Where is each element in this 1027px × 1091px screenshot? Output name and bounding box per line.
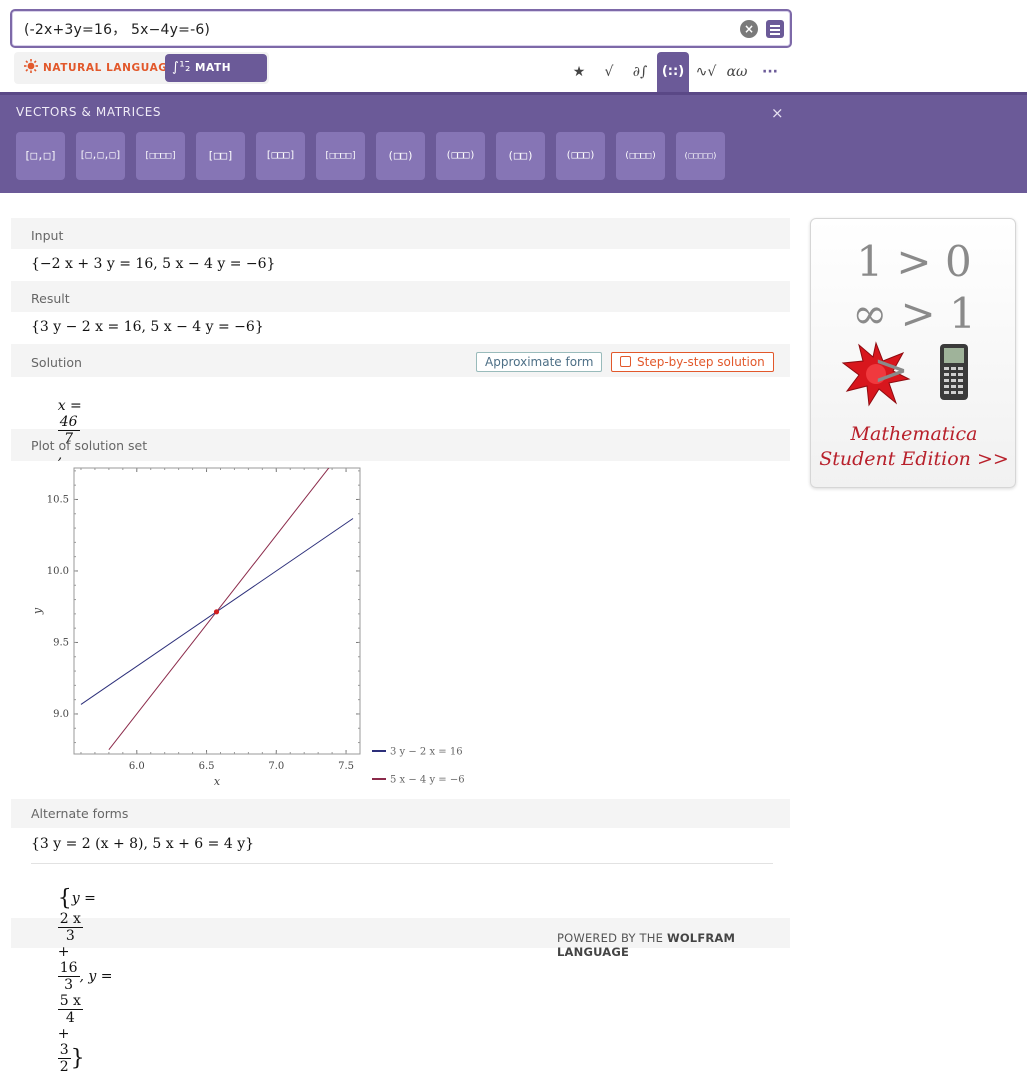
clear-icon[interactable]: ×	[740, 20, 758, 38]
x-tick-label: 7.0	[268, 761, 284, 772]
input-expression: {−2 x + 3 y = 16, 5 x − 4 y = −6}	[31, 256, 276, 272]
solution-point	[213, 609, 220, 615]
y-tick-label: 9.0	[53, 709, 69, 720]
more-icon[interactable]: ···	[754, 52, 786, 92]
alternate-form-2: {y = 2 x3 + 16 3, y = 5 x4 + 3 2}	[57, 886, 113, 1075]
input-mode-tabs: NATURAL LANGUAGE ∫¹₂̄MATH INPUT	[14, 52, 269, 102]
star-icon[interactable]: ★	[563, 52, 595, 92]
natural-language-label: NATURAL LANGUAGE	[43, 62, 176, 74]
calculator-icon	[940, 344, 968, 400]
sun-icon	[24, 59, 38, 73]
waveform-icon[interactable]: ∿√	[690, 52, 722, 92]
checkbox-icon	[620, 356, 631, 367]
math-input-icon: ∫¹₂̄	[172, 60, 191, 75]
search-query[interactable]: (-2x+3y=16， 5x−4y=-6)	[24, 19, 210, 39]
ad-brand-1: Mathematica	[850, 423, 978, 445]
input-pod: {−2 x + 3 y = 16, 5 x − 4 y = −6}	[11, 249, 790, 281]
divider	[31, 863, 773, 864]
approximate-form-button[interactable]: Approximate form	[476, 352, 603, 372]
calculus-icon[interactable]: ∂∫	[624, 52, 656, 92]
result-expression: {3 y − 2 x = 16, 5 x − 4 y = −6}	[31, 319, 264, 335]
palette-button[interactable]: [□,□,□]	[76, 132, 125, 180]
powered-by: POWERED BY THE WOLFRAM LANGUAGE	[557, 931, 736, 959]
search-input[interactable]: (-2x+3y=16， 5x−4y=-6) ×	[10, 9, 792, 48]
ad-line-3: >	[873, 345, 909, 394]
sqrt-icon[interactable]: √	[593, 52, 625, 92]
solution-plot: 6.0 6.5 7.0 7.5 9.0 9.5 10.0 10.5 x y 3 y − 2 x = …	[31, 467, 465, 788]
alternate-form-1: {3 y = 2 (x + 8), 5 x + 6 = 4 y}	[31, 836, 255, 852]
vectors-matrices-palette: VECTORS & MATRICES × [□,□] [□,□,□] [□□□□…	[0, 92, 1027, 193]
legend-label: 3 y − 2 x = 16	[390, 747, 463, 758]
greek-icon[interactable]: αω	[721, 52, 753, 92]
y-tick-label: 9.5	[53, 637, 69, 648]
matrix-icon[interactable]: (::)	[657, 52, 689, 92]
palette-button[interactable]: [□□]	[196, 132, 245, 180]
palette-button[interactable]: (□□)	[376, 132, 425, 180]
solution-pod-title: Solution	[31, 355, 82, 370]
step-by-step-button[interactable]: Step-by-step solution	[611, 352, 774, 372]
alternate-forms-title: Alternate forms	[31, 806, 129, 821]
palette-button[interactable]: [□,□]	[16, 132, 65, 180]
top-bar: (-2x+3y=16， 5x−4y=-6) × NATURAL LANGUAGE…	[0, 0, 1027, 102]
legend-label: 5 x − 4 y = −6	[390, 775, 465, 786]
ad-line-2: ∞ > 1	[852, 289, 976, 338]
x-axis-label: x	[214, 775, 221, 788]
solution-pod: x = 467 , y = 687	[11, 377, 790, 512]
palette-button[interactable]: (□□)	[496, 132, 545, 180]
palette-button[interactable]: [□□□□]	[136, 132, 185, 180]
ad-line-1: 1 > 0	[856, 237, 972, 286]
y-axis-label: y	[31, 607, 44, 615]
palette-button[interactable]: (□□□)	[436, 132, 485, 180]
close-icon[interactable]: ×	[771, 104, 784, 122]
palette-button[interactable]: [□□□]	[256, 132, 305, 180]
palette-title: VECTORS & MATRICES	[16, 105, 162, 119]
natural-language-tab[interactable]: NATURAL LANGUAGE	[24, 52, 175, 84]
result-pod: {3 y − 2 x = 16, 5 x − 4 y = −6}	[11, 312, 790, 344]
input-pod-title: Input	[31, 228, 64, 243]
x-tick-label: 6.5	[199, 761, 215, 772]
palette-button[interactable]: (□□□□)	[616, 132, 665, 180]
palette-button[interactable]: (□□□□□)	[676, 132, 725, 180]
x-tick-label: 6.0	[129, 761, 145, 772]
results-panel: Input {−2 x + 3 y = 16, 5 x − 4 y = −6} …	[11, 218, 790, 1075]
plot-pod-title: Plot of solution set	[31, 438, 148, 453]
step-by-step-label: Step-by-step solution	[637, 355, 765, 369]
palette-button[interactable]: [□□□□]	[316, 132, 365, 180]
alternate-forms-pod: {3 y = 2 (x + 8), 5 x + 6 = 4 y} {y = 2 …	[11, 828, 790, 1075]
mathematica-student-ad[interactable]: 1 > 0 ∞ > 1 > Mathematica Student Editio…	[810, 218, 1016, 488]
y-tick-label: 10.0	[47, 566, 69, 577]
math-input-tab[interactable]: ∫¹₂̄MATH INPUT	[165, 54, 267, 102]
x-tick-label: 7.5	[338, 761, 354, 772]
input-options-icon[interactable]	[766, 20, 784, 38]
plot-pod: 6.0 6.5 7.0 7.5 9.0 9.5 10.0 10.5 x y 3 y − 2 x = …	[11, 461, 790, 799]
ad-brand-2: Student Edition >>	[819, 448, 1009, 470]
y-tick-label: 10.5	[47, 494, 69, 505]
palette-button[interactable]: (□□□)	[556, 132, 605, 180]
result-pod-title: Result	[31, 291, 70, 306]
